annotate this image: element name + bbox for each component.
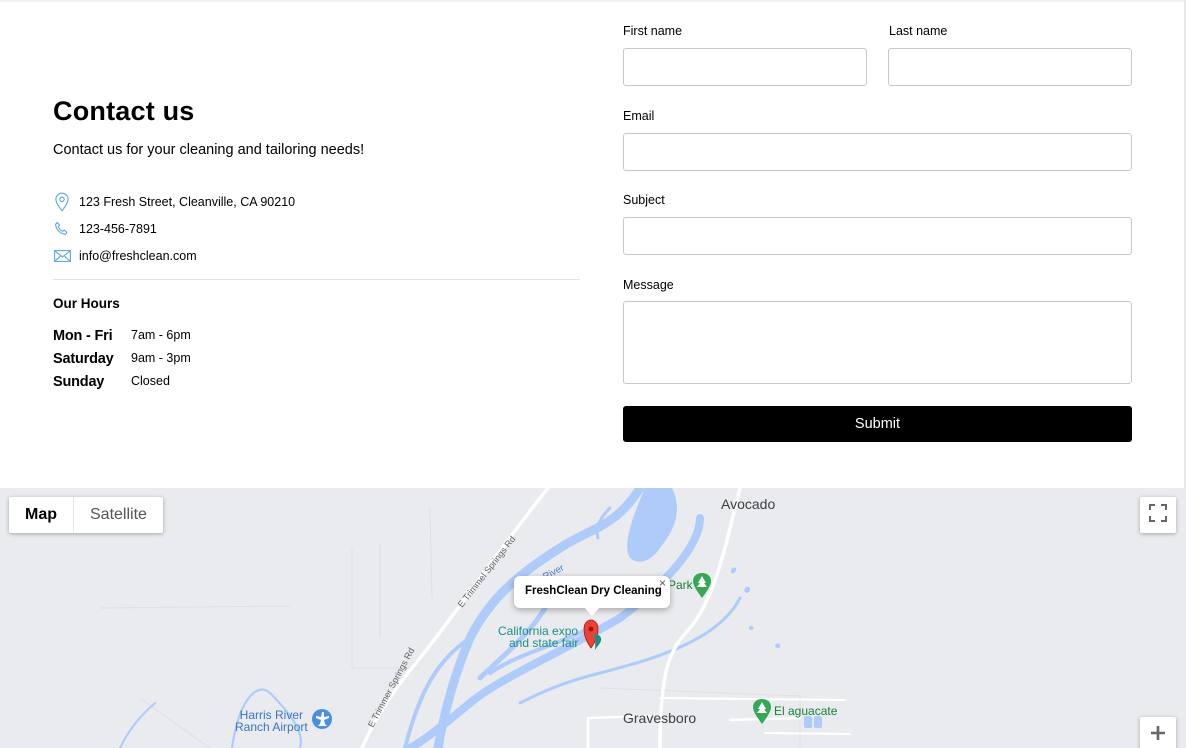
place-label-gravesboro: Gravesboro [623, 710, 697, 726]
map-pin-icon [53, 192, 71, 212]
address-row: 123 Fresh Street, Cleanville, CA 90210 [53, 192, 295, 212]
divider [53, 279, 580, 280]
email-input[interactable] [623, 133, 1132, 171]
address-text: 123 Fresh Street, Cleanville, CA 90210 [79, 195, 296, 209]
place-label-expo: California expo and state fair [498, 624, 579, 650]
subject-label: Subject [623, 193, 665, 207]
map-info-popup[interactable]: FreshClean Dry Cleaning × [514, 576, 670, 616]
satellite-view-button[interactable]: Satellite [74, 497, 163, 533]
phone-row[interactable]: 123-456-7891 [53, 219, 157, 239]
phone-icon [53, 220, 71, 238]
fullscreen-button[interactable] [1140, 497, 1176, 533]
email-label: Email [623, 109, 655, 123]
place-label-avocado: Avocado [721, 496, 776, 512]
hours-time: 9am - 3pm [131, 351, 191, 365]
close-icon[interactable]: × [659, 576, 666, 590]
plus-icon [1150, 725, 1166, 746]
place-label-airport: Harris River Ranch Airport [235, 708, 308, 734]
hours-day: Sunday [53, 374, 105, 390]
contact-subtitle: Contact us for your cleaning and tailori… [53, 142, 365, 158]
map-type-toggle[interactable]: Map Satellite [9, 497, 163, 533]
zoom-in-button[interactable] [1140, 717, 1176, 748]
email-row[interactable]: info@freshclean.com [53, 246, 197, 266]
first-name-input[interactable] [623, 48, 867, 86]
map-terrain: E Trimmel Springs Rd E Trimmer Springs R… [99, 488, 851, 748]
hours-day: Mon - Fri [53, 328, 113, 344]
popup-tail [584, 607, 600, 616]
message-label: Message [623, 278, 674, 292]
airport-icon [312, 709, 332, 729]
hours-time: 7am - 6pm [131, 328, 191, 342]
place-label-el-aguacate: El aguacate [774, 704, 838, 718]
road-label-2: E Trimmer Springs Rd [366, 646, 416, 729]
page-title: Contact us [53, 96, 195, 126]
last-name-input[interactable] [888, 48, 1132, 86]
message-textarea[interactable] [623, 301, 1132, 384]
map-pin-marker [583, 619, 602, 650]
popup-title: FreshClean Dry Cleaning [525, 585, 662, 597]
hours-time: Closed [131, 374, 170, 388]
phone-text: 123-456-7891 [79, 222, 157, 236]
road-label-1: E Trimmel Springs Rd [456, 534, 518, 609]
map-embed[interactable]: E Trimmel Springs Rd E Trimmer Springs R… [0, 488, 1186, 748]
top-shadow [0, 0, 1186, 3]
submit-button[interactable]: Submit [623, 406, 1132, 442]
fullscreen-icon [1149, 503, 1167, 527]
hours-day: Saturday [53, 351, 114, 367]
subject-input[interactable] [623, 217, 1132, 255]
first-name-label: First name [623, 24, 683, 38]
place-label-park: Park [668, 578, 693, 592]
map-view-button[interactable]: Map [9, 497, 74, 533]
hours-title: Our Hours [53, 296, 120, 311]
email-text: info@freshclean.com [79, 249, 197, 263]
envelope-icon [53, 247, 71, 265]
last-name-label: Last name [889, 24, 948, 38]
